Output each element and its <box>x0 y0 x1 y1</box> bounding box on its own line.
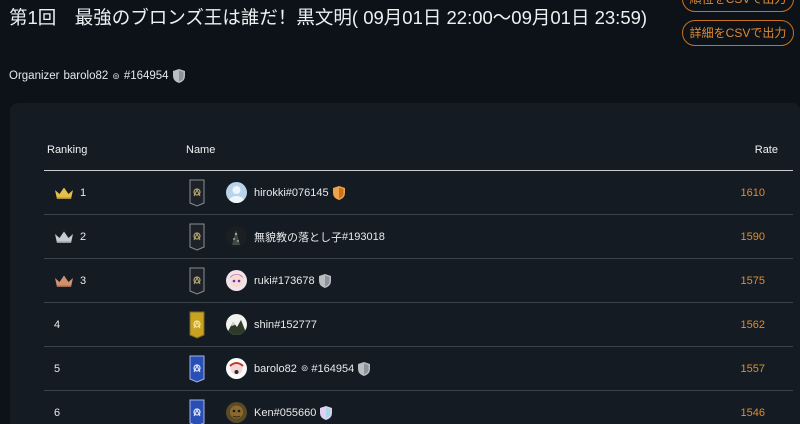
table-row[interactable]: 3 ruki #173678 1575 <box>44 258 793 303</box>
rank-number: 3 <box>80 274 87 287</box>
dark-banner-icon <box>189 179 205 207</box>
player-id: #193018 <box>342 230 385 243</box>
gold-banner-icon <box>189 311 205 339</box>
rank-cell: 2 <box>44 214 186 259</box>
badge-cell <box>186 302 226 347</box>
rank-number: 4 <box>54 318 61 331</box>
organizer-label: Organizer <box>9 70 60 82</box>
player-name[interactable]: ruki <box>254 275 272 287</box>
export-ranking-csv-button[interactable]: 順位をCSVで出力 <box>682 0 794 12</box>
blue-banner-icon <box>189 355 205 383</box>
rate-value: 1562 <box>652 302 793 347</box>
player-id: #173678 <box>271 274 315 287</box>
table-row[interactable]: 1 hirokki #076145 1610 <box>44 170 793 215</box>
column-header-rate: Rate <box>652 129 793 171</box>
badge-cell <box>186 390 226 424</box>
avatar-creature-avatar[interactable] <box>226 402 247 423</box>
avatar-mountain-avatar[interactable] <box>226 314 247 335</box>
rank-number: 2 <box>80 230 87 243</box>
rank-number: 5 <box>54 362 61 375</box>
column-header-name: Name <box>186 129 653 171</box>
dark-banner-icon <box>189 267 205 295</box>
column-header-ranking: Ranking <box>44 129 186 171</box>
organizer-id: #164954 <box>123 70 169 82</box>
name-cell: shin #152777 <box>226 302 653 347</box>
rank-number: 6 <box>54 406 61 419</box>
player-name[interactable]: shin <box>254 319 274 331</box>
badge-cell <box>186 170 226 215</box>
silver-crown-icon <box>55 231 73 243</box>
rate-value: 1610 <box>652 170 793 215</box>
rate-value: 1546 <box>652 390 793 424</box>
name-cell: barolo82 ⊚ #164954 <box>226 346 653 391</box>
rank-cell: 3 <box>44 258 186 303</box>
pin-icon: ⊚ <box>112 70 120 81</box>
silver-shield-icon <box>358 361 371 376</box>
name-cell: Ken #055660 <box>226 390 653 424</box>
name-cell: hirokki #076145 <box>226 170 653 215</box>
table-header-row: Ranking Name Rate <box>44 129 793 171</box>
rank-number: 1 <box>80 186 87 199</box>
name-cell: ruki #173678 <box>226 258 653 303</box>
dark-banner-icon <box>189 223 205 251</box>
orange-shield-icon <box>332 185 345 200</box>
organizer-info: Organizer barolo82 ⊚ #164954 <box>9 69 185 83</box>
player-id: #076145 <box>285 186 329 199</box>
rank-cell: 5 <box>44 346 186 391</box>
rank-cell: 1 <box>44 170 186 215</box>
rate-value: 1590 <box>652 214 793 259</box>
table-row[interactable]: 5 barolo82 ⊚ #164954 1557 <box>44 346 793 391</box>
table-row[interactable]: 2 無貌教の落とし子 #193018 1590 <box>44 214 793 259</box>
pastel-shield-icon <box>320 405 333 420</box>
rank-cell: 6 <box>44 390 186 424</box>
blue-banner-icon <box>189 399 205 424</box>
player-id: #055660 <box>273 406 317 419</box>
avatar-default-avatar-icon[interactable] <box>226 182 247 203</box>
badge-cell <box>186 346 226 391</box>
table-row[interactable]: 4 shin #152777 1562 <box>44 302 793 347</box>
pin-icon: ⊚ <box>300 363 309 373</box>
badge-cell <box>186 214 226 259</box>
gold-crown-icon <box>55 187 73 199</box>
silver-shield-icon <box>172 69 185 83</box>
player-id: #164954 <box>311 362 355 375</box>
export-detail-csv-button[interactable]: 詳細をCSVで出力 <box>682 20 794 46</box>
ranking-panel: Ranking Name Rate 1 hirokki #076145 1610 2 無貌… <box>10 103 800 424</box>
player-name[interactable]: hirokki <box>254 187 286 199</box>
avatar-character-avatar[interactable] <box>226 358 247 379</box>
avatar-anime-avatar[interactable] <box>226 270 247 291</box>
rate-value: 1575 <box>652 258 793 303</box>
page-title: 第1回 最強のブロンズ王は誰だ！黒文明( 09月01日 22:00〜09月01日… <box>9 7 648 28</box>
organizer-name[interactable]: barolo82 <box>64 70 109 82</box>
player-name[interactable]: barolo82 <box>254 363 297 375</box>
ranking-page: 第1回 最強のブロンズ王は誰だ！黒文明( 09月01日 22:00〜09月01日… <box>0 0 800 424</box>
avatar-dark-avatar[interactable] <box>226 226 247 247</box>
player-name[interactable]: 無貌教の落とし子 <box>254 229 342 245</box>
badge-cell <box>186 258 226 303</box>
name-cell: 無貌教の落とし子 #193018 <box>226 214 653 259</box>
bronze-crown-icon <box>55 275 73 287</box>
table-row[interactable]: 6 Ken #055660 1546 <box>44 390 793 424</box>
player-name[interactable]: Ken <box>254 407 274 419</box>
rate-value: 1557 <box>652 346 793 391</box>
silver-shield-icon <box>318 273 331 288</box>
player-id: #152777 <box>274 318 318 331</box>
ranking-table: Ranking Name Rate 1 hirokki #076145 1610 2 無貌… <box>44 129 793 424</box>
rank-cell: 4 <box>44 302 186 347</box>
